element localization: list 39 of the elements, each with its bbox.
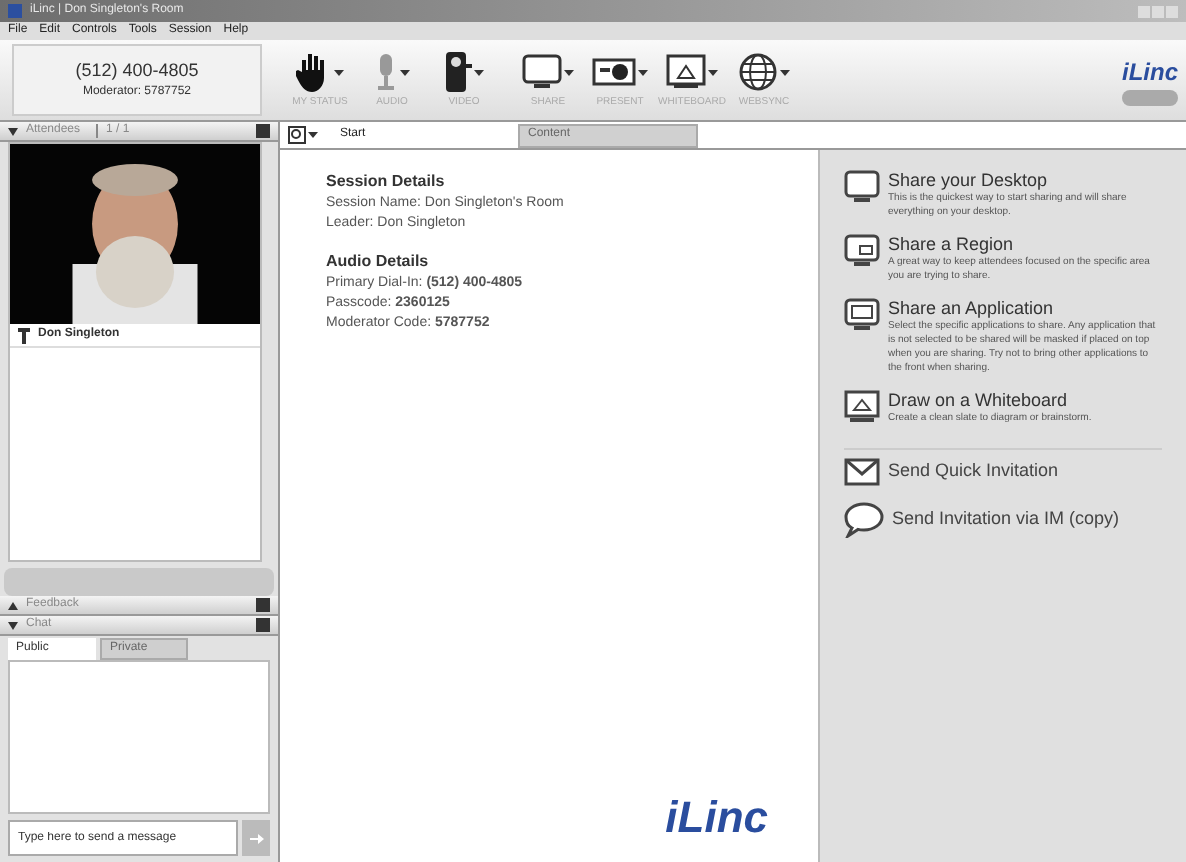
caret-icon — [474, 69, 484, 76]
invite-link[interactable]: Send Invitation via IM (copy) — [844, 502, 1162, 538]
caret-icon — [334, 69, 344, 76]
microphone-icon — [374, 52, 398, 93]
collapse-arrow-icon — [8, 621, 18, 629]
speech-bubble-icon — [844, 502, 884, 538]
caret-icon — [564, 69, 574, 76]
send-button[interactable] — [242, 820, 270, 856]
app-icon — [8, 4, 22, 18]
maximize-button[interactable] — [1152, 5, 1164, 17]
monitor-icon — [844, 170, 880, 206]
whiteboard-icon — [844, 390, 880, 426]
caret-icon — [400, 69, 410, 76]
presenter-icon — [18, 327, 30, 343]
caret-icon — [638, 69, 648, 76]
whiteboard-icon — [666, 54, 706, 91]
collapse-arrow-icon — [8, 127, 18, 135]
expand-arrow-icon — [8, 601, 18, 609]
minimize-button[interactable] — [1138, 5, 1150, 17]
logo: iLinc — [1121, 56, 1178, 90]
caret-icon — [780, 69, 790, 76]
webcam-icon — [444, 50, 472, 95]
search-menu-button[interactable] — [288, 126, 318, 144]
section-heading: Audio Details — [326, 250, 431, 274]
monitor-icon — [522, 52, 562, 93]
section-heading: Session Details — [326, 170, 447, 194]
window-icon — [844, 298, 880, 334]
globe-icon — [738, 52, 778, 93]
close-button[interactable] — [1166, 5, 1178, 17]
invite-link[interactable]: Send Quick Invitation — [844, 458, 1162, 486]
projector-icon — [592, 54, 636, 91]
arrow-icon — [249, 833, 263, 843]
attendee-toolbar[interactable] — [4, 568, 274, 596]
phone-number: (512) 400-4805 — [75, 57, 199, 84]
caret-icon — [708, 69, 718, 76]
caret-icon — [308, 132, 318, 138]
footer-logo: iLinc — [665, 790, 768, 846]
envelope-icon — [844, 458, 880, 486]
region-icon — [844, 234, 880, 270]
